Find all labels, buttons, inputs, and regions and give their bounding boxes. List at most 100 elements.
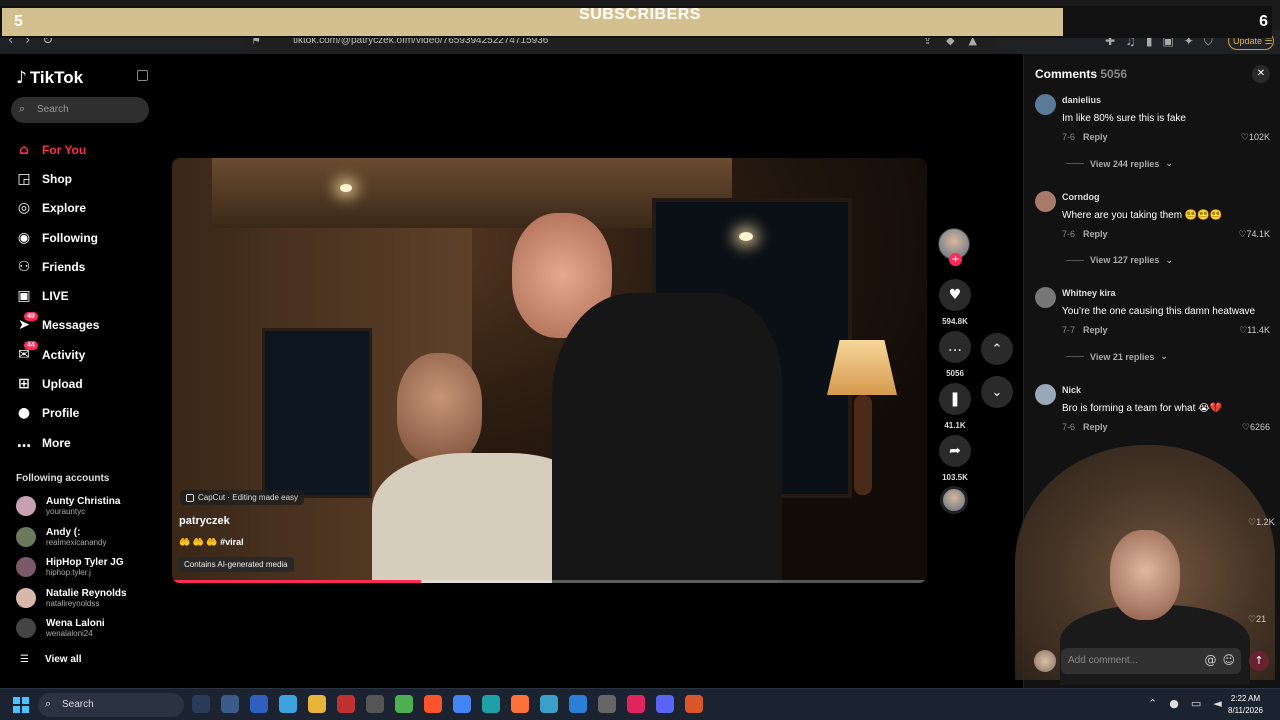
view-all-button[interactable]: ☰ View all <box>20 654 81 665</box>
share-action[interactable]: ➦ 103.5K <box>938 435 972 482</box>
next-video-button[interactable]: ⌄ <box>981 376 1013 408</box>
comment-like-button[interactable]: ♡74.1K <box>1238 229 1270 240</box>
tiktok-app-icon[interactable] <box>627 695 645 713</box>
following-account[interactable]: Andy (: realmexicanandy <box>16 526 106 547</box>
app-icon[interactable] <box>598 695 616 713</box>
reply-button[interactable]: Reply <box>1083 325 1108 335</box>
app-icon[interactable] <box>250 695 268 713</box>
sidebar-item-live[interactable]: ▣ LIVE <box>16 281 99 310</box>
firefox-icon[interactable] <box>511 695 529 713</box>
follow-plus-icon[interactable]: + <box>949 253 962 266</box>
share-arrow-icon[interactable]: ➦ <box>939 435 971 467</box>
avatar[interactable] <box>1035 190 1056 212</box>
sidebar-item-upload[interactable]: ⊞ Upload <box>16 369 99 398</box>
file-explorer-icon[interactable] <box>308 695 326 713</box>
network-icon[interactable]: ▭ <box>1191 697 1201 710</box>
reply-button[interactable]: Reply <box>1083 229 1108 239</box>
video-hashtag[interactable]: #viral <box>220 537 244 547</box>
app-icon[interactable] <box>221 695 239 713</box>
sidebar-item-for-you[interactable]: ⌂ For You <box>16 135 99 164</box>
reply-button[interactable]: Reply <box>1083 132 1108 142</box>
tray-chevron-icon[interactable]: ⌃ <box>1148 697 1157 710</box>
reply-button[interactable]: Reply <box>1083 422 1108 432</box>
send-comment-button[interactable]: ↑ <box>1249 651 1269 671</box>
sidebar-item-label: Friends <box>42 259 86 274</box>
sidebar-item-explore[interactable]: ◎ Explore <box>16 194 99 223</box>
app-icon[interactable] <box>337 695 355 713</box>
sidebar-item-following[interactable]: ◉ Following <box>16 223 99 252</box>
view-replies-button[interactable]: View 244 replies ⌄ <box>1066 158 1173 169</box>
following-account[interactable]: Wena Laloni wenalaloni24 <box>16 618 105 638</box>
heart-icon[interactable]: ♥ <box>939 279 971 311</box>
search-input[interactable]: ⌕ Search <box>11 97 149 123</box>
partial-like-count: ♡1.2K <box>1248 517 1275 527</box>
sidebar-item-more[interactable]: … More <box>16 428 99 457</box>
avatar[interactable] <box>1035 94 1056 115</box>
sidebar-item-profile[interactable]: ● Profile <box>16 399 99 428</box>
video-author[interactable]: patryczek <box>179 515 230 527</box>
creator-avatar[interactable]: + <box>938 228 970 266</box>
following-account[interactable]: Aunty Christina yourauntyc <box>16 496 120 516</box>
windows-start-icon[interactable] <box>13 697 29 713</box>
taskbar-search-label: Search <box>62 699 94 710</box>
comment-like-button[interactable]: ♡11.4K <box>1239 325 1270 336</box>
account-handle: yourauntyc <box>46 507 86 516</box>
collapse-sidebar-icon[interactable] <box>137 70 148 81</box>
comment-icon[interactable]: … <box>939 331 971 363</box>
app-icon[interactable] <box>279 695 297 713</box>
view-replies-button[interactable]: View 127 replies ⌄ <box>1066 255 1173 266</box>
bookmark-icon[interactable]: ❚ <box>939 383 971 415</box>
comment-action[interactable]: … 5056 <box>938 331 972 378</box>
comment-username[interactable]: Whitney kira <box>1062 288 1116 298</box>
sidebar-item-activity[interactable]: ✉ 44 Activity <box>16 340 99 369</box>
taskbar-search[interactable]: ⌕ Search <box>38 693 184 717</box>
emoji-icon[interactable]: ☺ <box>1222 653 1235 667</box>
app-icon[interactable] <box>366 695 384 713</box>
avatar[interactable] <box>1035 383 1056 405</box>
volume-icon[interactable]: ◄ <box>1213 697 1221 710</box>
following-account[interactable]: Natalie Reynolds natalireynoldss <box>16 587 127 608</box>
comment-like-button[interactable]: ♡102K <box>1241 132 1270 143</box>
chrome-icon[interactable] <box>453 695 471 713</box>
capcut-badge[interactable]: CapCut · Editing made easy <box>180 490 305 505</box>
save-action[interactable]: ❚ 41.1K <box>938 383 972 430</box>
comment-like-count: 102K <box>1248 132 1270 142</box>
video-progress-bar[interactable] <box>172 580 927 583</box>
music-disc-avatar[interactable] <box>940 486 968 514</box>
close-comments-button[interactable]: ✕ <box>1252 65 1270 83</box>
sidebar-item-friends[interactable]: ⚇ Friends <box>16 252 99 281</box>
app-icon[interactable] <box>540 695 558 713</box>
comment-username[interactable]: Nick <box>1062 385 1081 395</box>
taskbar-apps <box>192 695 703 713</box>
discord-icon[interactable] <box>656 695 674 713</box>
friends-icon: ⚇ <box>17 258 31 275</box>
app-icon[interactable] <box>395 695 413 713</box>
edge-icon[interactable] <box>482 695 500 713</box>
video-player[interactable] <box>172 158 927 583</box>
sidebar-item-messages[interactable]: ➤ 49 Messages <box>16 311 99 340</box>
previous-video-button[interactable]: ⌃ <box>981 333 1013 365</box>
chevron-down-icon: ⌄ <box>1165 254 1173 265</box>
my-avatar <box>1034 650 1056 672</box>
live-tv-icon: ▣ <box>17 288 31 305</box>
comment-date: 7-6 <box>1062 132 1076 142</box>
brave-browser-icon[interactable] <box>424 695 442 713</box>
account-name: HipHop Tyler JG <box>46 557 124 568</box>
avatar[interactable] <box>1035 287 1056 308</box>
comment-input[interactable]: Add comment... @ ☺ <box>1061 648 1241 674</box>
following-account[interactable]: HipHop Tyler JG hiphop.tyler.j <box>16 557 124 577</box>
comment-like-button[interactable]: ♡6266 <box>1242 422 1270 433</box>
app-icon[interactable] <box>685 695 703 713</box>
microphone-icon[interactable]: ● <box>1169 697 1179 710</box>
app-icon[interactable] <box>192 695 210 713</box>
like-action[interactable]: ♥ 594.8K <box>938 279 972 326</box>
sidebar-item-shop[interactable]: ◲ Shop <box>16 164 99 193</box>
comment-username[interactable]: danielius <box>1062 95 1101 105</box>
vscode-icon[interactable] <box>569 695 587 713</box>
view-replies-button[interactable]: View 21 replies ⌄ <box>1066 351 1168 362</box>
emoji-icons: 🤲 🤲 🤲 <box>179 537 221 547</box>
mention-icon[interactable]: @ <box>1204 653 1216 667</box>
tiktok-logo[interactable]: ♪ TikTok <box>16 68 83 88</box>
comment-username[interactable]: Corndog <box>1062 192 1100 202</box>
taskbar-clock[interactable]: 2:22 AM 8/11/2026 <box>1228 693 1263 717</box>
